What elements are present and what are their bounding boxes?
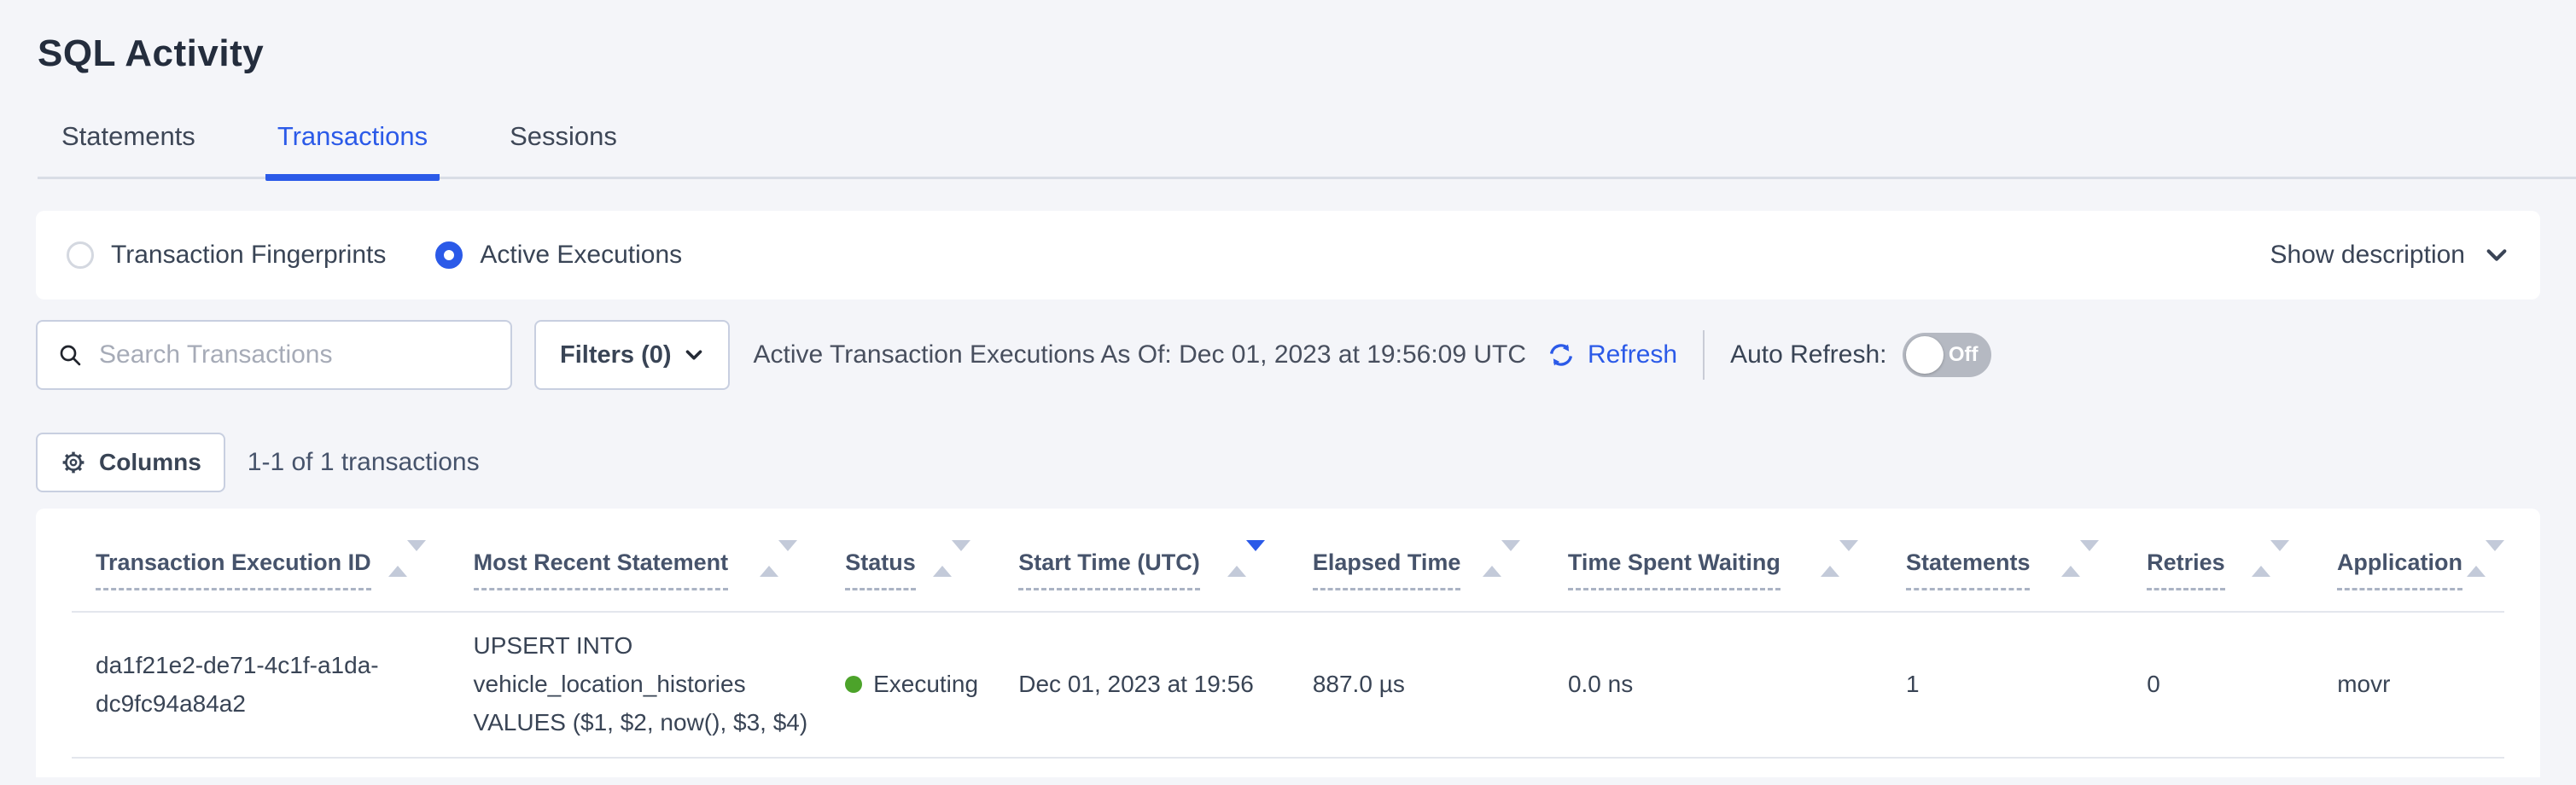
chevron-down-icon [2465, 242, 2509, 268]
table-header-row: Transaction Execution ID Most Recent Sta… [72, 509, 2504, 613]
search-input[interactable] [99, 340, 492, 369]
radio-active-executions[interactable]: Active Executions [435, 241, 682, 270]
table-toolbar: Columns 1-1 of 1 transactions [36, 433, 2540, 492]
search-box[interactable] [36, 320, 512, 390]
tab-statements[interactable]: Statements [50, 121, 207, 181]
cell-transaction-execution-id[interactable]: da1f21e2-de71-4c1f-a1da-dc9fc94a84a2 [96, 646, 474, 723]
auto-refresh-label: Auto Refresh: [1730, 340, 1886, 369]
chevron-down-icon [672, 345, 704, 365]
as-of-timestamp: Active Transaction Executions As Of: Dec… [754, 340, 1526, 369]
column-header-retries[interactable]: Retries [2147, 548, 2337, 611]
refresh-button[interactable]: Refresh [1545, 339, 1677, 371]
controls-row: Filters (0) Active Transaction Execution… [36, 320, 2540, 390]
cell-status: Executing [845, 665, 1018, 703]
toggle-state-label: Off [1949, 343, 1979, 367]
sql-activity-tabs: Statements Transactions Sessions [38, 121, 2576, 179]
sort-icons[interactable] [933, 548, 970, 567]
radio-transaction-fingerprints[interactable]: Transaction Fingerprints [67, 241, 386, 270]
radio-unselected-icon[interactable] [67, 241, 94, 269]
column-header-start-time[interactable]: Start Time (UTC) [1018, 548, 1313, 611]
sort-icons[interactable] [1483, 548, 1520, 567]
results-count: 1-1 of 1 transactions [248, 448, 480, 477]
cell-statements: 1 [1906, 665, 2147, 703]
sort-icons[interactable] [2252, 548, 2289, 567]
column-header-statements[interactable]: Statements [1906, 548, 2147, 611]
refresh-icon [1545, 339, 1588, 371]
sort-icons-active-desc[interactable] [1227, 548, 1265, 567]
column-header-status[interactable]: Status [845, 548, 1018, 611]
sort-icons[interactable] [760, 548, 797, 567]
cell-retries: 0 [2147, 665, 2337, 703]
transactions-table: Transaction Execution ID Most Recent Sta… [36, 509, 2540, 777]
show-description-toggle[interactable]: Show description [2270, 241, 2509, 270]
cell-start-time: Dec 01, 2023 at 19:56 [1018, 665, 1313, 703]
status-label: Executing [873, 665, 978, 703]
cell-application: movr [2337, 665, 2504, 703]
tab-transactions[interactable]: Transactions [265, 121, 440, 181]
sort-icons[interactable] [2061, 548, 2099, 567]
cell-most-recent-statement: UPSERT INTO vehicle_location_histories V… [474, 626, 846, 741]
gear-icon [60, 449, 99, 476]
radio-label: Active Executions [480, 241, 682, 270]
radio-label: Transaction Fingerprints [111, 241, 386, 270]
column-header-most-recent-statement[interactable]: Most Recent Statement [474, 548, 846, 611]
sort-icons[interactable] [388, 548, 426, 567]
sort-icons[interactable] [1821, 548, 1858, 567]
status-executing-dot-icon [845, 676, 862, 693]
cell-elapsed-time: 887.0 µs [1313, 665, 1568, 703]
auto-refresh-toggle[interactable]: Off [1903, 333, 1991, 377]
column-header-time-spent-waiting[interactable]: Time Spent Waiting [1568, 548, 1906, 611]
columns-button[interactable]: Columns [36, 433, 225, 492]
search-icon [56, 341, 84, 369]
column-header-transaction-execution-id[interactable]: Transaction Execution ID [96, 548, 474, 611]
table-row[interactable]: da1f21e2-de71-4c1f-a1da-dc9fc94a84a2 UPS… [72, 613, 2504, 759]
vertical-divider [1703, 330, 1705, 380]
radio-selected-icon[interactable] [435, 241, 463, 269]
view-mode-panel: Transaction Fingerprints Active Executio… [36, 211, 2540, 299]
sort-icons[interactable] [2467, 548, 2504, 567]
page-title: SQL Activity [38, 31, 2576, 77]
refresh-label: Refresh [1588, 340, 1677, 369]
filters-label: Filters (0) [560, 341, 672, 369]
cell-time-spent-waiting: 0.0 ns [1568, 665, 1906, 703]
tab-sessions[interactable]: Sessions [498, 121, 629, 181]
column-header-application[interactable]: Application [2337, 548, 2504, 611]
show-description-label: Show description [2270, 241, 2465, 270]
filters-button[interactable]: Filters (0) [534, 320, 730, 390]
toggle-knob [1906, 336, 1944, 374]
column-header-elapsed-time[interactable]: Elapsed Time [1313, 548, 1568, 611]
columns-label: Columns [99, 449, 201, 476]
